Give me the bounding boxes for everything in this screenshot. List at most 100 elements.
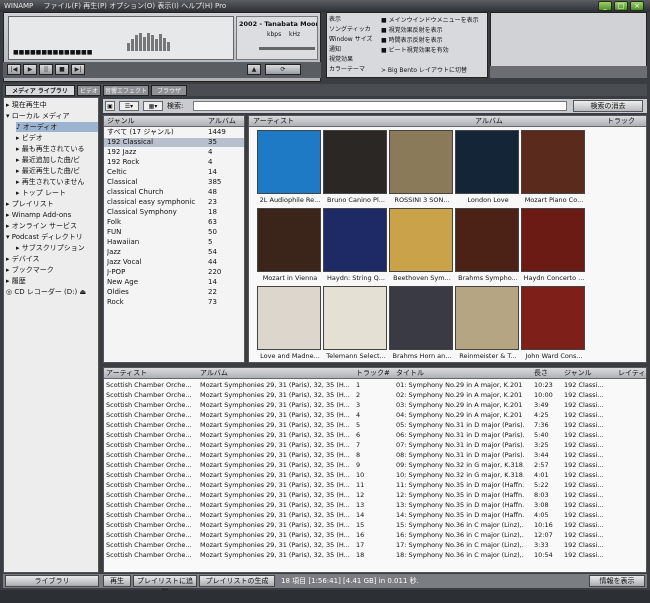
clear-search-button[interactable]: 検索の消去 <box>573 100 643 112</box>
view-toggle-icon[interactable]: ▣ <box>105 101 115 111</box>
track-row[interactable]: Scottish Chamber Orche... Mozart Symphoni… <box>104 380 646 390</box>
tab-media-library[interactable]: メディア ライブラリ <box>5 85 75 96</box>
track-column-header-art[interactable]: トラック <box>607 116 635 126</box>
tree-item[interactable]: ▸ トップ レート <box>16 188 98 198</box>
options-checkbox-item[interactable]: ■ メインウインドウメニューを表示 <box>381 16 487 25</box>
album-tile[interactable]: Mozart Piano Co... <box>521 130 585 214</box>
maximize-button[interactable]: □ <box>614 1 628 11</box>
tree-item[interactable]: ▸ ブックマーク <box>6 265 98 275</box>
options-checkbox-item[interactable]: ■ 視覚効果反射を表示 <box>381 26 487 35</box>
track-row[interactable]: Scottish Chamber Orche... Mozart Symphoni… <box>104 510 646 520</box>
options-menu-item[interactable]: カラーテーマ <box>329 66 375 74</box>
album-tile[interactable]: Haydn: String Q... <box>323 208 387 292</box>
play-selection-button[interactable]: 再生 <box>103 575 131 587</box>
tree-item[interactable]: ◎ CD レコーダー (D:) ⏏ <box>6 287 98 297</box>
options-menu-item[interactable]: 通知 <box>329 46 375 54</box>
tree-item[interactable]: ▸ Winamp Add-ons <box>6 210 98 220</box>
album-tile[interactable]: ROSSINI 3 SON... <box>389 130 453 214</box>
album-tile[interactable]: Telemann Select... <box>323 286 387 362</box>
album-tile[interactable]: Beethoven Sym... <box>389 208 453 292</box>
track-row[interactable]: Scottish Chamber Orche... Mozart Symphoni… <box>104 480 646 490</box>
track-row[interactable]: Scottish Chamber Orche... Mozart Symphoni… <box>104 490 646 500</box>
track-row[interactable]: Scottish Chamber Orche... Mozart Symphoni… <box>104 530 646 540</box>
genre-row[interactable]: classical Church 48 <box>104 188 244 197</box>
library-button[interactable]: ライブラリ <box>5 575 99 587</box>
album-tile[interactable]: Mozart in Vienna <box>257 208 321 292</box>
next-button[interactable]: ▶| <box>71 64 85 75</box>
album-tile[interactable]: Bruno Canino Pl... <box>323 130 387 214</box>
genre-column-header[interactable]: ジャンル <box>107 116 135 126</box>
add-to-playlist-button[interactable]: プレイリストに追加 <box>133 575 197 596</box>
genre-header[interactable]: ジャンル アルバム <box>104 116 244 127</box>
track-row[interactable]: Scottish Chamber Orche... Mozart Symphoni… <box>104 440 646 450</box>
genre-row[interactable]: 192 Classical 35 <box>104 138 244 147</box>
tree-item[interactable]: ▸ 最も再生されている <box>16 144 98 154</box>
genre-row[interactable]: Oldies 22 <box>104 288 244 297</box>
album-tile[interactable]: John Ward Cons... <box>521 286 585 362</box>
shuffle-repeat-button[interactable]: ⟳ <box>265 64 301 75</box>
options-menu-item[interactable]: Window サイズ <box>329 36 375 44</box>
track-row[interactable]: Scottish Chamber Orche... Mozart Symphoni… <box>104 520 646 530</box>
album-tile[interactable]: Love and Madne... <box>257 286 321 362</box>
genre-row[interactable]: Classical Symphony 18 <box>104 208 244 217</box>
tree-item[interactable]: ▸ デバイス <box>6 254 98 264</box>
tree-item[interactable]: ▾ ローカル メディア <box>6 111 98 121</box>
tree-item[interactable]: ▸ 最近再生した曲/ビ <box>16 166 98 176</box>
tree-item[interactable]: ▸ 履歴 <box>6 276 98 286</box>
options-checkbox-item[interactable]: > Big Bento レイアウトに切替 <box>381 66 487 75</box>
track-row[interactable]: Scottish Chamber Orche... Mozart Symphoni… <box>104 470 646 480</box>
genre-row[interactable]: Jazz Vocal 44 <box>104 258 244 267</box>
genre-row[interactable]: New Age 14 <box>104 278 244 287</box>
art-header[interactable]: アーティスト アルバム トラック <box>249 116 646 127</box>
artist-column-header[interactable]: アーティスト <box>253 116 294 126</box>
genre-row[interactable]: Celtic 14 <box>104 168 244 177</box>
album-tile[interactable]: Haydn Concerto ... <box>521 208 585 292</box>
layout-icon[interactable]: ☰▾ <box>119 101 139 111</box>
options-menu-item[interactable]: 表示 <box>329 16 375 24</box>
track-genre-header[interactable]: ジャンル <box>564 368 624 378</box>
genre-row[interactable]: Hawaiian 5 <box>104 238 244 247</box>
album-tile[interactable]: 2L Audiophile Re... <box>257 130 321 214</box>
tree-item[interactable]: ▸ 現在再生中 <box>6 100 98 110</box>
genre-row[interactable]: 192 Rock 4 <box>104 158 244 167</box>
tree-item[interactable]: ▸ ビデオ <box>16 133 98 143</box>
track-row[interactable]: Scottish Chamber Orche... Mozart Symphoni… <box>104 450 646 460</box>
track-row[interactable]: Scottish Chamber Orche... Mozart Symphoni… <box>104 400 646 410</box>
show-info-button[interactable]: 情報を表示 <box>589 575 645 587</box>
genre-row[interactable]: classical easy symphonic 23 <box>104 198 244 207</box>
tree-item[interactable]: ▸ オンライン サービス <box>6 221 98 231</box>
track-title-header[interactable]: タイトル <box>396 368 524 378</box>
genre-row[interactable]: Jazz 54 <box>104 248 244 257</box>
track-row[interactable]: Scottish Chamber Orche... Mozart Symphoni… <box>104 430 646 440</box>
album-tile[interactable]: Reinmeister & T... <box>455 286 519 362</box>
track-rating-header[interactable]: レイティ <box>618 368 645 378</box>
close-button[interactable]: × <box>630 1 644 11</box>
menu-bar[interactable]: ファイル(F) 再生(P) オプション(O) 表示(I) ヘルプ(H) Pro <box>44 2 227 10</box>
genre-row[interactable]: Classical 385 <box>104 178 244 187</box>
volume-slider[interactable] <box>259 47 315 50</box>
track-row[interactable]: Scottish Chamber Orche... Mozart Symphoni… <box>104 500 646 510</box>
options-checkbox-item[interactable]: ■ 時間表示反射を表示 <box>381 36 487 45</box>
track-row[interactable]: Scottish Chamber Orche... Mozart Symphoni… <box>104 390 646 400</box>
genre-row[interactable]: 192 Jazz 4 <box>104 148 244 157</box>
columns-icon[interactable]: ▦▾ <box>143 101 163 111</box>
track-album-header[interactable]: アルバム <box>200 368 354 378</box>
tab-browser[interactable]: ブラウザ <box>151 85 187 96</box>
generate-playlist-button[interactable]: プレイリストの生成 <box>199 575 275 587</box>
track-row[interactable]: Scottish Chamber Orche... Mozart Symphoni… <box>104 410 646 420</box>
tree-item[interactable]: ▸ プレイリスト <box>6 199 98 209</box>
tree-item[interactable]: ▸ 再生されていません <box>16 177 98 187</box>
album-tile[interactable]: London Love <box>455 130 519 214</box>
tree-item[interactable]: ♪ オーディオ <box>16 122 98 132</box>
genre-row[interactable]: すべて (17 ジャンル) 1449 <box>104 128 244 137</box>
genre-row[interactable]: Folk 63 <box>104 218 244 227</box>
tree-item[interactable]: ▸ サブスクリプション <box>16 243 98 253</box>
eject-button[interactable]: ▲ <box>247 64 261 75</box>
tab-video[interactable]: ビデオ <box>77 85 101 96</box>
genre-row[interactable]: Rock 73 <box>104 298 244 307</box>
search-input[interactable] <box>193 101 567 111</box>
tab-sound-effects[interactable]: 音響エフェクト <box>103 85 149 96</box>
track-length-header[interactable]: 長さ <box>534 368 568 378</box>
track-table-header[interactable]: アーティスト アルバム トラック# タイトル 長さ ジャンル レイティ <box>104 368 646 379</box>
album-column-header[interactable]: アルバム <box>208 116 236 126</box>
